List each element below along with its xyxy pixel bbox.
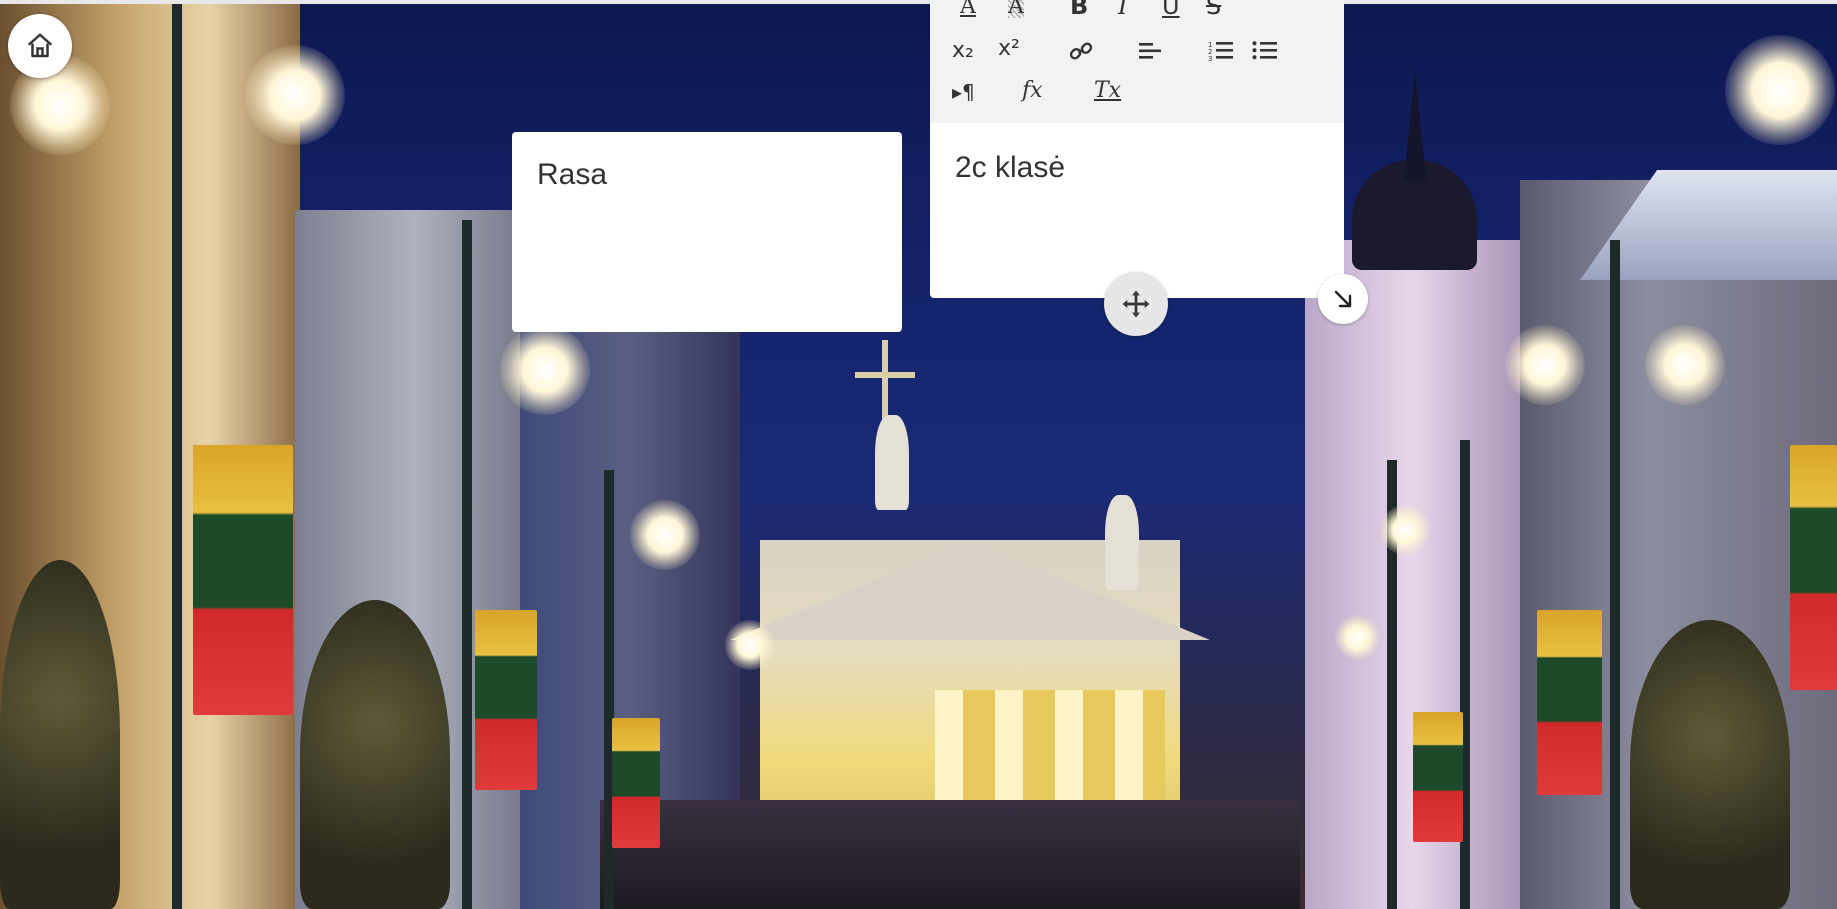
lamp-post: [1610, 240, 1620, 909]
editor-content[interactable]: 2c klasė: [930, 123, 1344, 213]
strikethrough-icon: S: [1206, 0, 1222, 20]
text-direction-button[interactable]: ▸¶: [952, 82, 975, 102]
note-editor[interactable]: A A B I U S x₂ x² 1 2 3 ▸¶ fx Tx 2c klas…: [930, 0, 1344, 298]
ordered-list-icon: 1 2 3: [1208, 41, 1233, 63]
street-banner: [1537, 610, 1602, 795]
tree: [1630, 620, 1790, 909]
bold-button[interactable]: B: [1070, 0, 1088, 18]
tower-spire: [1404, 70, 1426, 180]
resize-arrow-icon: [1334, 290, 1352, 308]
italic-icon: I: [1118, 0, 1128, 20]
street-lamp: [1645, 325, 1725, 405]
background-color-button[interactable]: A: [1008, 0, 1024, 18]
move-icon: [1122, 290, 1150, 318]
statue: [875, 415, 909, 510]
street: [600, 800, 1300, 909]
street-banner: [475, 610, 537, 790]
highlight-icon: A: [1008, 0, 1024, 19]
strikethrough-button[interactable]: S: [1206, 0, 1221, 18]
link-button[interactable]: [1068, 38, 1094, 69]
street-lamp: [1725, 35, 1835, 145]
rich-text-toolbar: A A B I U S x₂ x² 1 2 3 ▸¶ fx Tx: [930, 0, 1344, 123]
bullet-list-button[interactable]: [1252, 40, 1278, 65]
tree: [0, 560, 120, 909]
statue: [1105, 495, 1139, 590]
link-icon: [1069, 42, 1093, 60]
formula-icon: fx: [1022, 78, 1043, 103]
top-edge: [0, 0, 1837, 4]
clear-format-button[interactable]: Tx: [1094, 80, 1121, 102]
street-lamp: [1380, 505, 1430, 555]
paragraph-direction-icon: ▸¶: [952, 80, 975, 104]
lamp-post: [172, 0, 182, 909]
align-button[interactable]: [1138, 40, 1162, 65]
align-left-icon: [1139, 43, 1161, 59]
italic-button[interactable]: I: [1118, 0, 1127, 18]
street-lamp: [725, 620, 775, 670]
street-lamp: [630, 500, 700, 570]
ordered-list-button[interactable]: 1 2 3: [1208, 40, 1234, 65]
superscript-icon: x²: [998, 36, 1020, 61]
underline-button[interactable]: U: [1162, 0, 1180, 18]
underline-icon: U: [1162, 0, 1180, 20]
street-lamp: [500, 325, 590, 415]
home-icon: [27, 33, 53, 58]
superscript-button[interactable]: x²: [998, 38, 1020, 60]
cross-bar: [855, 372, 915, 378]
move-handle[interactable]: [1104, 272, 1168, 336]
formula-button[interactable]: fx: [1022, 80, 1043, 102]
note-card[interactable]: Rasa: [512, 132, 902, 332]
home-button[interactable]: [8, 14, 72, 78]
street-banner: [612, 718, 660, 848]
tree: [300, 600, 450, 909]
street-lamp: [245, 45, 345, 145]
clear-format-icon: Tx: [1094, 78, 1122, 103]
svg-text:3: 3: [1208, 55, 1212, 62]
lamp-post: [462, 220, 472, 909]
street-lamp: [1505, 325, 1585, 405]
subscript-icon: x₂: [952, 38, 974, 63]
bullet-list-icon: [1252, 41, 1277, 60]
resize-handle[interactable]: [1318, 274, 1368, 324]
note-text[interactable]: 2c klasė: [955, 151, 1319, 185]
text-color-button[interactable]: A: [960, 0, 976, 18]
note-text[interactable]: Rasa: [537, 158, 877, 192]
subscript-button[interactable]: x₂: [952, 40, 974, 62]
text-color-icon: A: [960, 0, 976, 19]
street-banner: [1413, 712, 1463, 842]
background-photo: [0, 0, 1837, 909]
bold-icon: B: [1070, 0, 1089, 20]
street-banner: [193, 445, 293, 715]
street-banner: [1790, 445, 1837, 690]
street-lamp: [1335, 615, 1380, 660]
